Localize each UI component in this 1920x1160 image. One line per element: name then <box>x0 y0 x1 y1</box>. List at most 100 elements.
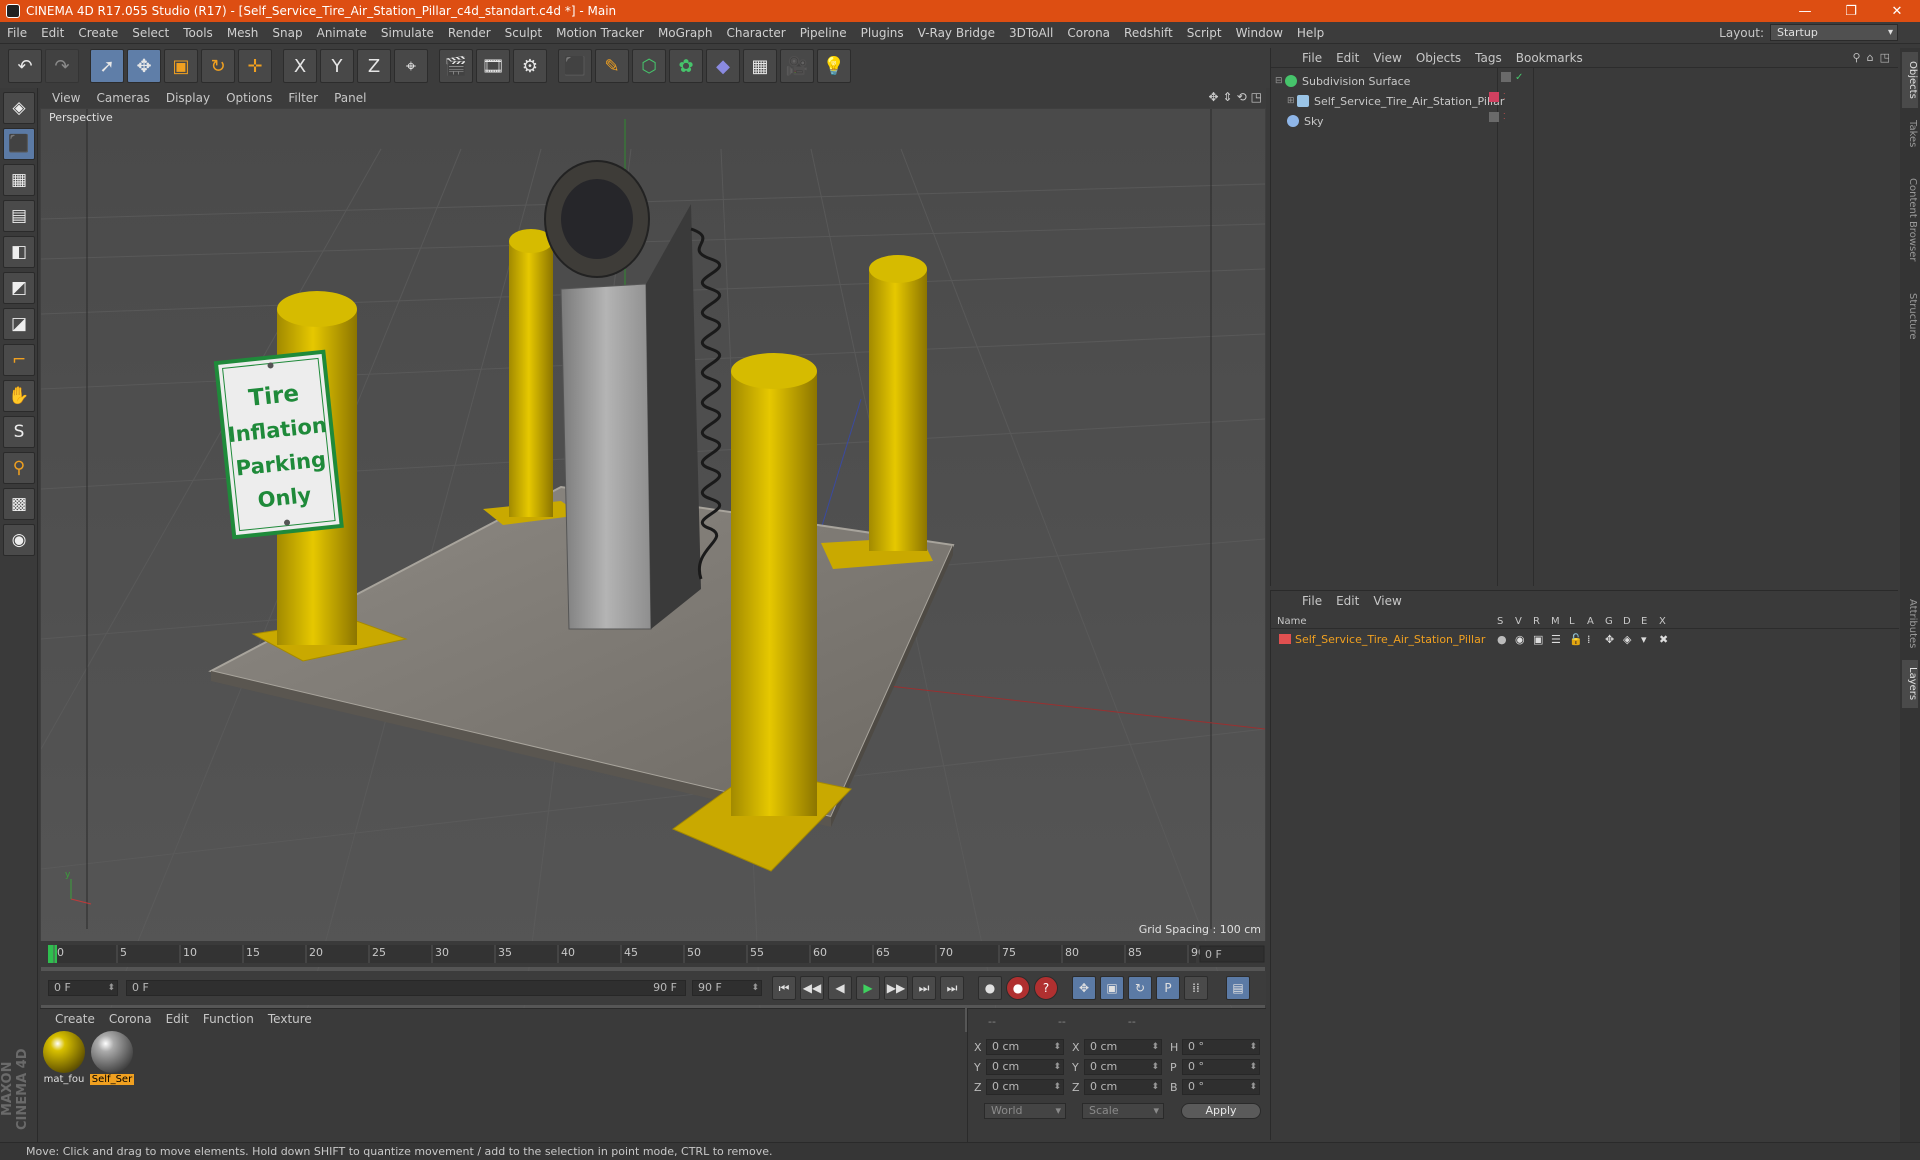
objects-menu-bookmarks[interactable]: Bookmarks <box>1509 51 1590 65</box>
menu-tools[interactable]: Tools <box>176 26 220 40</box>
home-icon[interactable]: ⌂ <box>1867 51 1874 64</box>
objects-menu-view[interactable]: View <box>1366 51 1408 65</box>
enabled-check-icon[interactable]: ✓ <box>1515 72 1525 83</box>
scale-button[interactable]: ▣ <box>164 49 198 83</box>
menu-script[interactable]: Script <box>1180 26 1229 40</box>
rotation-b-field[interactable]: 0 ° <box>1182 1079 1260 1095</box>
coordinate-mode-select[interactable]: World <box>984 1103 1066 1119</box>
tab-takes[interactable]: Takes <box>1902 112 1918 156</box>
timeline-playhead[interactable] <box>48 945 57 963</box>
layer-view-icon[interactable]: ◉ <box>1515 633 1533 646</box>
next-frame-button[interactable]: ▶▶ <box>884 976 908 1000</box>
new-window-icon[interactable]: ◳ <box>1880 51 1890 64</box>
workplane-icon[interactable]: ▤ <box>3 200 35 232</box>
rotate-button[interactable]: ↻ <box>201 49 235 83</box>
menu-sculpt[interactable]: Sculpt <box>498 26 549 40</box>
light-button[interactable]: 💡 <box>817 49 851 83</box>
texture-mode-icon[interactable]: ▦ <box>3 164 35 196</box>
subdivision-button[interactable]: ⬡ <box>632 49 666 83</box>
visibility-dots-icon[interactable]: ⁚ <box>1503 112 1513 122</box>
menu-pipeline[interactable]: Pipeline <box>793 26 854 40</box>
object-row[interactable]: ⊞ Self_Service_Tire_Air_Station_Pillar ⁚ <box>1275 92 1895 110</box>
layers-menu-file[interactable]: File <box>1295 594 1329 608</box>
material-menu-function[interactable]: Function <box>196 1012 261 1026</box>
move-button[interactable]: ✥ <box>127 49 161 83</box>
layer-expression-icon[interactable]: ▾ <box>1641 633 1659 646</box>
layer-color-swatch[interactable] <box>1279 634 1291 644</box>
prev-frame-button[interactable]: ◀ <box>828 976 852 1000</box>
tab-content-browser[interactable]: Content Browser <box>1902 160 1918 280</box>
minimize-button[interactable]: — <box>1782 0 1828 22</box>
tweak-mode-icon[interactable]: ✋ <box>3 380 35 412</box>
next-key-button[interactable]: ⏭ <box>912 976 936 1000</box>
key-scale-icon[interactable]: ▣ <box>1100 976 1124 1000</box>
viewport-canvas[interactable]: Tire Inflation Parking Only y Perspectiv… <box>41 109 1265 1032</box>
make-editable-icon[interactable]: ◈ <box>3 92 35 124</box>
model-mode-icon[interactable]: ⬛ <box>3 128 35 160</box>
go-to-end-button[interactable]: ⏭ <box>940 976 964 1000</box>
timeline-ruler[interactable]: 0 5 10 15 20 25 30 35 40 45 50 55 60 65 70 75 80 85 90 0 F <box>40 941 1266 967</box>
menu-corona[interactable]: Corona <box>1060 26 1117 40</box>
layer-deformer-icon[interactable]: ◈ <box>1623 633 1641 646</box>
layer-tag-icon[interactable] <box>1501 72 1511 82</box>
layer-manager-icon[interactable]: ☰ <box>1551 633 1569 646</box>
viewport-menu-options[interactable]: Options <box>218 91 280 105</box>
axis-z-button[interactable]: Z <box>357 49 391 83</box>
key-pla-icon[interactable]: ⁞⁞ <box>1184 976 1208 1000</box>
layer-lock-icon[interactable]: 🔓 <box>1569 633 1587 646</box>
viewport-pan-icon[interactable]: ✥ <box>1208 90 1218 104</box>
pen-tool-button[interactable]: ✎ <box>595 49 629 83</box>
menu-snap[interactable]: Snap <box>265 26 309 40</box>
viewport-maximize-icon[interactable]: ◳ <box>1251 90 1262 104</box>
timeline-window-icon[interactable]: ▤ <box>1226 976 1250 1000</box>
axis-y-button[interactable]: Y <box>320 49 354 83</box>
size-z-field[interactable]: 0 cm <box>1084 1079 1162 1095</box>
objects-menu-objects[interactable]: Objects <box>1409 51 1468 65</box>
record-keys-icon[interactable]: ● <box>978 976 1002 1000</box>
tab-objects[interactable]: Objects <box>1902 52 1918 108</box>
size-y-field[interactable]: 0 cm <box>1084 1059 1162 1075</box>
menu-vray-bridge[interactable]: V-Ray Bridge <box>911 26 1002 40</box>
deformer-button[interactable]: ◆ <box>706 49 740 83</box>
viewport-rotate-icon[interactable]: ⟲ <box>1237 90 1247 104</box>
menu-edit[interactable]: Edit <box>34 26 71 40</box>
key-param-icon[interactable]: P <box>1156 976 1180 1000</box>
menu-mesh[interactable]: Mesh <box>220 26 266 40</box>
viewport-menu-filter[interactable]: Filter <box>280 91 326 105</box>
layer-render-icon[interactable]: ▣ <box>1533 633 1551 646</box>
layer-solo-icon[interactable]: ● <box>1497 633 1515 646</box>
render-settings-button[interactable]: ⚙ <box>513 49 547 83</box>
material-menu-edit[interactable]: Edit <box>159 1012 196 1026</box>
rotation-p-field[interactable]: 0 ° <box>1182 1059 1260 1075</box>
material-menu-create[interactable]: Create <box>48 1012 102 1026</box>
viewport-menu-cameras[interactable]: Cameras <box>88 91 157 105</box>
render-picture-viewer-button[interactable]: 🎞 <box>476 49 510 83</box>
go-to-start-button[interactable]: ⏮ <box>772 976 796 1000</box>
key-position-icon[interactable]: ✥ <box>1072 976 1096 1000</box>
layer-color-icon[interactable] <box>1489 92 1499 102</box>
close-button[interactable]: ✕ <box>1874 0 1920 22</box>
redo-button[interactable]: ↷ <box>45 49 79 83</box>
points-mode-icon[interactable]: ◧ <box>3 236 35 268</box>
grid-icon[interactable]: ◉ <box>3 524 35 556</box>
menu-animate[interactable]: Animate <box>310 26 374 40</box>
rotation-h-field[interactable]: 0 ° <box>1182 1039 1260 1055</box>
viewport-menu-panel[interactable]: Panel <box>326 91 374 105</box>
menu-motion-tracker[interactable]: Motion Tracker <box>549 26 651 40</box>
layers-menu-view[interactable]: View <box>1366 594 1408 608</box>
end-frame-field[interactable]: 90 F <box>692 980 762 996</box>
render-view-button[interactable]: 🎬 <box>439 49 473 83</box>
cube-object-button[interactable]: ⬛ <box>558 49 592 83</box>
key-rotation-icon[interactable]: ↻ <box>1128 976 1152 1000</box>
live-select-button[interactable]: ➚ <box>90 49 124 83</box>
menu-render[interactable]: Render <box>441 26 498 40</box>
objects-menu-edit[interactable]: Edit <box>1329 51 1366 65</box>
menu-simulate[interactable]: Simulate <box>374 26 441 40</box>
material-swatch[interactable]: Self_Ser <box>90 1031 134 1085</box>
size-x-field[interactable]: 0 cm <box>1084 1039 1162 1055</box>
menu-file[interactable]: File <box>0 26 34 40</box>
visibility-dots-icon[interactable]: ⁚ <box>1503 92 1513 102</box>
position-z-field[interactable]: 0 cm <box>986 1079 1064 1095</box>
layer-xref-icon[interactable]: ✖ <box>1659 633 1677 646</box>
menu-plugins[interactable]: Plugins <box>854 26 911 40</box>
